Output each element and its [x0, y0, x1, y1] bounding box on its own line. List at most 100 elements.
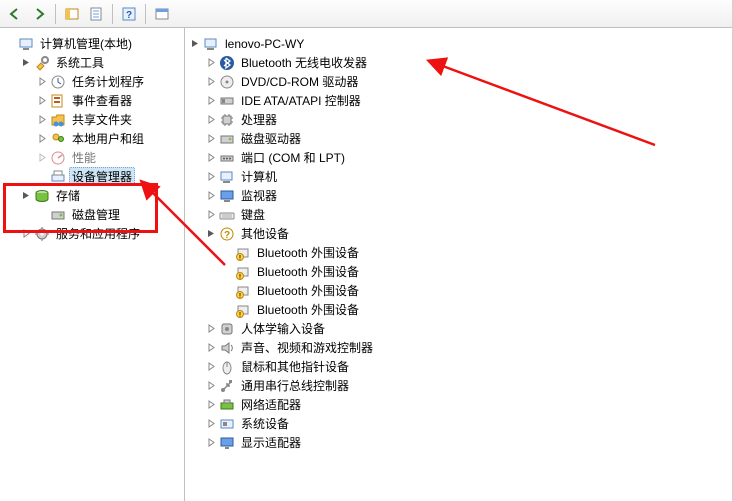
expand-icon[interactable]	[205, 95, 217, 107]
device-category-computer[interactable]: 计算机	[205, 167, 732, 186]
device-category-mouse[interactable]: 鼠标和其他指针设备	[205, 357, 732, 376]
unknown-device-icon: !	[235, 283, 251, 299]
unknown-device-icon: !	[235, 245, 251, 261]
dvdrom-icon	[219, 74, 235, 90]
device-item[interactable]: !Bluetooth 外围设备	[221, 262, 732, 281]
tree-local-users[interactable]: 本地用户和组	[36, 129, 184, 148]
expand-icon[interactable]	[36, 152, 48, 164]
device-root[interactable]: lenovo-PC-WY	[189, 34, 732, 53]
body: 计算机管理(本地) 系统工具	[0, 28, 732, 501]
expand-icon[interactable]	[205, 323, 217, 335]
expand-icon[interactable]	[20, 228, 32, 240]
device-item[interactable]: !Bluetooth 外围设备	[221, 243, 732, 262]
storage-icon	[34, 188, 50, 204]
mouse-icon	[219, 359, 235, 375]
tree-label: 系统工具	[53, 53, 107, 72]
tree-label: 监视器	[238, 186, 280, 205]
device-category-network[interactable]: 网络适配器	[205, 395, 732, 414]
tree-label: 鼠标和其他指针设备	[238, 357, 352, 376]
expand-icon[interactable]	[189, 38, 201, 50]
tree-root-computer-mgmt[interactable]: 计算机管理(本地)	[4, 34, 184, 53]
expand-icon[interactable]	[205, 76, 217, 88]
tree-label: 本地用户和组	[69, 129, 147, 148]
device-category-usb[interactable]: 通用串行总线控制器	[205, 376, 732, 395]
device-item[interactable]: !Bluetooth 外围设备	[221, 281, 732, 300]
expand-icon[interactable]	[20, 57, 32, 69]
properties-button[interactable]	[85, 3, 107, 25]
device-category-ide[interactable]: IDE ATA/ATAPI 控制器	[205, 91, 732, 110]
device-category-diskdrive[interactable]: 磁盘驱动器	[205, 129, 732, 148]
window: ? 计算机管理(本地)	[0, 0, 733, 501]
tree-shared-folders[interactable]: 共享文件夹	[36, 110, 184, 129]
expand-icon[interactable]	[205, 190, 217, 202]
device-category-bluetooth[interactable]: Bluetooth 无线电收发器	[205, 53, 732, 72]
device-category-otherdev[interactable]: ?其他设备	[205, 224, 732, 243]
tree-label: 其他设备	[238, 224, 292, 243]
tree-label: 事件查看器	[69, 91, 135, 110]
tree-system-tools[interactable]: 系统工具	[20, 53, 184, 72]
device-mgr-icon	[50, 169, 66, 185]
tree-label: 端口 (COM 和 LPT)	[238, 148, 348, 167]
device-category-keyboard[interactable]: 键盘	[205, 205, 732, 224]
show-hide-tree-button[interactable]	[61, 3, 83, 25]
expand-icon[interactable]	[205, 342, 217, 354]
expand-icon[interactable]	[205, 361, 217, 373]
tree-label: Bluetooth 外围设备	[254, 300, 362, 319]
device-category-ports[interactable]: 端口 (COM 和 LPT)	[205, 148, 732, 167]
expand-icon[interactable]	[205, 437, 217, 449]
computer-icon	[219, 169, 235, 185]
expand-icon[interactable]	[205, 209, 217, 221]
expand-icon[interactable]	[36, 114, 48, 126]
right-tree[interactable]: lenovo-PC-WY Bluetooth 无线电收发器DVD/CD-ROM …	[185, 28, 732, 501]
clock-icon	[50, 74, 66, 90]
otherdev-icon: ?	[219, 226, 235, 242]
tree-event-viewer[interactable]: 事件查看器	[36, 91, 184, 110]
tree-label: DVD/CD-ROM 驱动器	[238, 72, 361, 91]
ide-icon	[219, 93, 235, 109]
tree-label: 存储	[53, 186, 83, 205]
device-category-monitor[interactable]: 监视器	[205, 186, 732, 205]
expand-icon[interactable]	[205, 152, 217, 164]
tools-icon	[34, 55, 50, 71]
left-tree[interactable]: 计算机管理(本地) 系统工具	[0, 28, 185, 501]
expand-icon[interactable]	[205, 57, 217, 69]
expand-icon[interactable]	[36, 76, 48, 88]
device-category-display[interactable]: 显示适配器	[205, 433, 732, 452]
expand-icon[interactable]	[205, 171, 217, 183]
expand-icon[interactable]	[205, 399, 217, 411]
expand-icon[interactable]	[20, 190, 32, 202]
device-category-audio[interactable]: 声音、视频和游戏控制器	[205, 338, 732, 357]
expand-icon[interactable]	[205, 380, 217, 392]
cpu-icon	[219, 112, 235, 128]
expand-icon[interactable]	[205, 133, 217, 145]
diskdrive-icon	[219, 131, 235, 147]
view-button[interactable]	[151, 3, 173, 25]
expand-icon[interactable]	[36, 133, 48, 145]
tree-device-manager[interactable]: 设备管理器	[36, 167, 184, 186]
device-category-system[interactable]: 系统设备	[205, 414, 732, 433]
back-button[interactable]	[4, 3, 26, 25]
tree-task-scheduler[interactable]: 任务计划程序	[36, 72, 184, 91]
device-item[interactable]: !Bluetooth 外围设备	[221, 300, 732, 319]
arrow-right-icon	[32, 7, 46, 21]
display-icon	[219, 435, 235, 451]
keyboard-icon	[219, 207, 235, 223]
tree-storage[interactable]: 存储	[20, 186, 184, 205]
tree-label: IDE ATA/ATAPI 控制器	[238, 91, 364, 110]
help-button[interactable]: ?	[118, 3, 140, 25]
expand-icon[interactable]	[205, 228, 217, 240]
tree-disk-mgmt[interactable]: 磁盘管理	[36, 205, 184, 224]
properties-icon	[89, 7, 103, 21]
tree-performance[interactable]: 性能	[36, 148, 184, 167]
toolbar-separator	[112, 4, 113, 24]
tree-services-apps[interactable]: 服务和应用程序	[20, 224, 184, 243]
expand-icon[interactable]	[36, 95, 48, 107]
tree-label: 系统设备	[238, 414, 292, 433]
expand-icon[interactable]	[205, 114, 217, 126]
monitor-icon	[219, 188, 235, 204]
forward-button[interactable]	[28, 3, 50, 25]
device-category-dvdrom[interactable]: DVD/CD-ROM 驱动器	[205, 72, 732, 91]
expand-icon[interactable]	[205, 418, 217, 430]
device-category-cpu[interactable]: 处理器	[205, 110, 732, 129]
device-category-hid[interactable]: 人体学输入设备	[205, 319, 732, 338]
